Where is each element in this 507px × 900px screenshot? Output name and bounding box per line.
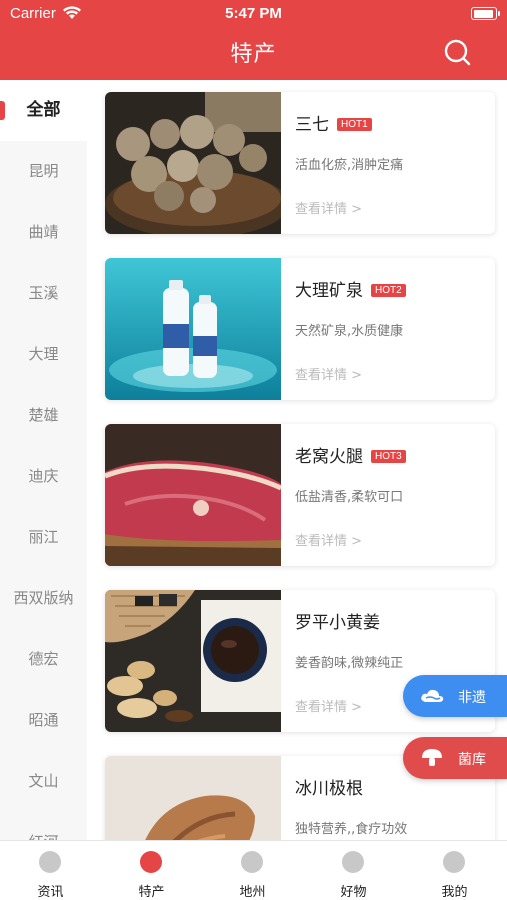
sidebar-item-label: 丽江 [28,528,59,546]
sidebar-item-label: 昭通 [28,711,59,729]
sidebar-item-label: 玉溪 [28,284,59,302]
product-image [105,756,281,840]
product-card[interactable]: 老窝火腿 HOT3 低盐清香,柔软可口 查看详情 > [105,424,495,566]
sidebar-item-label: 西双版纳 [13,589,74,607]
location-icon [241,851,263,873]
feiyi-label: 非遗 [458,690,486,706]
sidebar-item-xishuangbanna[interactable]: 西双版纳 [0,568,87,629]
product-title: 大理矿泉 HOT2 [295,276,406,301]
product-list[interactable]: 三七 HOT1 活血化瘀,消肿定痛 查看详情 > 大理矿泉 HOT2 天然矿泉,水质… [87,80,507,840]
product-title-text: 大理矿泉 [295,281,363,301]
tab-label: 资讯 [37,885,64,900]
product-desc: 低盐清香,柔软可口 [295,490,404,505]
tab-specialty[interactable]: 特产 [101,841,202,900]
sidebar-item-label: 红河 [28,833,58,840]
product-title: 冰川极根 [295,774,363,799]
sidebar-item-label: 昆明 [28,162,59,180]
sidebar-item-honghe[interactable]: 红河 [0,812,87,840]
sidebar-item-diqing[interactable]: 迪庆 [0,446,87,507]
product-image [105,590,281,732]
product-card[interactable]: 大理矿泉 HOT2 天然矿泉,水质健康 查看详情 > [105,258,495,400]
tab-profile[interactable]: 我的 [404,841,505,900]
view-details-link[interactable]: 查看详情 > [295,364,362,383]
product-title-text: 冰川极根 [295,779,363,799]
battery-icon [471,7,500,20]
product-title-text: 罗平小黄姜 [295,613,380,633]
profile-icon [443,851,465,873]
tab-label: 特产 [138,885,165,900]
sidebar-item-zhaotong[interactable]: 昭通 [0,690,87,751]
product-title: 老窝火腿 HOT3 [295,442,406,467]
sidebar-item-yuxi[interactable]: 玉溪 [0,263,87,324]
junku-label: 菌库 [458,752,486,768]
tab-goods[interactable]: 好物 [303,841,404,900]
sidebar-item-label: 大理 [28,345,59,363]
product-title-text: 三七 [295,115,329,135]
feiyi-button[interactable]: 非遗 [403,675,507,717]
status-bar: Carrier 5:47 PM [0,0,507,30]
sidebar-item-label: 全部 [26,100,61,120]
product-title-text: 老窝火腿 [295,447,363,467]
junku-button[interactable]: 菌库 [403,737,507,779]
sidebar-item-label: 文山 [28,772,59,790]
hot-badge: HOT2 [371,284,406,297]
sidebar-item-qujing[interactable]: 曲靖 [0,202,87,263]
view-details-link[interactable]: 查看详情 > [295,530,362,549]
sidebar-item-dehong[interactable]: 德宏 [0,629,87,690]
sidebar-item-label: 迪庆 [28,467,59,485]
product-desc: 独特营养,,食疗功效 [295,822,408,837]
mushroom-icon [422,749,442,766]
product-title: 罗平小黄姜 [295,608,380,633]
sidebar-item-label: 曲靖 [28,223,59,241]
hot-badge: HOT1 [337,118,372,131]
region-sidebar[interactable]: 全部 昆明 曲靖 玉溪 大理 楚雄 迪庆 丽江 西双版纳 德宏 昭通 文山 红河 [0,80,87,840]
sidebar-item-label: 德宏 [28,650,59,668]
tab-news[interactable]: 资讯 [0,841,101,900]
view-details-link[interactable]: 查看详情 > [295,696,362,715]
page-title: 特产 [230,42,277,67]
product-desc: 活血化瘀,消肿定痛 [295,158,404,173]
product-desc: 天然矿泉,水质健康 [295,324,404,339]
cloud-icon [421,689,444,702]
tab-label: 地州 [239,885,266,900]
tab-label: 我的 [441,885,468,900]
view-details-link[interactable]: 查看详情 > [295,198,362,217]
sidebar-item-dali[interactable]: 大理 [0,324,87,385]
hot-badge: HOT3 [371,450,406,463]
sidebar-item-label: 楚雄 [28,406,59,424]
sidebar-item-lijiang[interactable]: 丽江 [0,507,87,568]
product-image [105,258,281,400]
specialty-icon [140,851,162,873]
app-header: Carrier 5:47 PM 特产 [0,0,507,80]
bottom-tab-bar: 资讯 特产 地州 好物 我的 [0,840,507,900]
news-icon [39,851,61,873]
sidebar-item-all[interactable]: 全部 [0,80,87,141]
product-image [105,424,281,566]
sidebar-item-kunming[interactable]: 昆明 [0,141,87,202]
tab-region[interactable]: 地州 [202,841,303,900]
search-icon[interactable] [443,38,471,66]
active-marker [0,101,5,120]
product-image [105,92,281,234]
product-card[interactable]: 三七 HOT1 活血化瘀,消肿定痛 查看详情 > [105,92,495,234]
product-title: 三七 HOT1 [295,110,372,135]
product-desc: 姜香韵味,微辣纯正 [295,656,404,671]
sidebar-item-wenshan[interactable]: 文山 [0,751,87,812]
goods-icon [342,851,364,873]
sidebar-item-chuxiong[interactable]: 楚雄 [0,385,87,446]
tab-label: 好物 [340,885,367,900]
status-time: 5:47 PM [225,5,282,22]
